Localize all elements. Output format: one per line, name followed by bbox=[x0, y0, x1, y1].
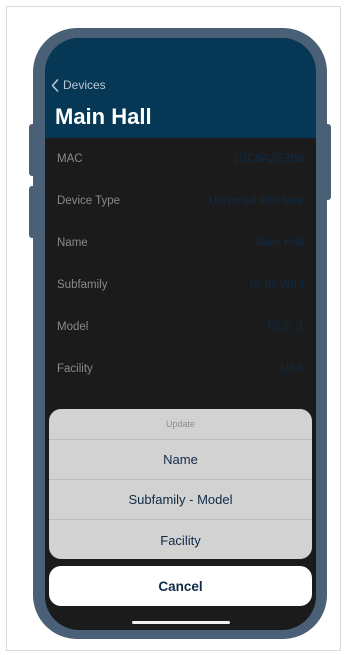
phone-screen: Devices Main Hall MAC 1DC9A2E2B8 Device … bbox=[45, 38, 316, 630]
action-sheet-title: Update bbox=[49, 409, 312, 440]
update-facility-option[interactable]: Facility bbox=[49, 520, 312, 559]
detail-label: Facility bbox=[57, 363, 93, 375]
detail-value: Main Hall bbox=[256, 237, 304, 249]
detail-value: RCF_1 bbox=[267, 321, 304, 333]
back-label: Devices bbox=[63, 78, 106, 92]
detail-row-facility: Facility USA bbox=[45, 348, 316, 390]
detail-label: Device Type bbox=[57, 195, 121, 207]
update-name-option[interactable]: Name bbox=[49, 440, 312, 480]
detail-row-device-type: Device Type Universal interface bbox=[45, 180, 316, 222]
detail-label: MAC bbox=[57, 153, 83, 165]
update-subfamily-model-option[interactable]: Subfamily - Model bbox=[49, 480, 312, 520]
detail-row-subfamily: Subfamily IS-IR-WIFI bbox=[45, 264, 316, 306]
detail-value: USA bbox=[280, 363, 304, 375]
detail-row-name: Name Main Hall bbox=[45, 222, 316, 264]
nav-header: Devices Main Hall bbox=[45, 38, 316, 138]
detail-row-mac: MAC 1DC9A2E2B8 bbox=[45, 138, 316, 180]
home-indicator bbox=[132, 621, 230, 624]
action-sheet: Update Name Subfamily - Model Facility bbox=[49, 409, 312, 559]
detail-value: Universal interface bbox=[208, 195, 304, 207]
detail-label: Model bbox=[57, 321, 89, 333]
chevron-left-icon bbox=[51, 78, 59, 92]
detail-label: Name bbox=[57, 237, 88, 249]
page-title: Main Hall bbox=[55, 104, 152, 129]
detail-row-model: Model RCF_1 bbox=[45, 306, 316, 348]
detail-label: Subfamily bbox=[57, 279, 108, 291]
back-button[interactable]: Devices bbox=[51, 78, 106, 92]
cancel-button[interactable]: Cancel bbox=[49, 566, 312, 606]
detail-value: 1DC9A2E2B8 bbox=[232, 153, 304, 165]
detail-value: IS-IR-WIFI bbox=[249, 279, 304, 291]
